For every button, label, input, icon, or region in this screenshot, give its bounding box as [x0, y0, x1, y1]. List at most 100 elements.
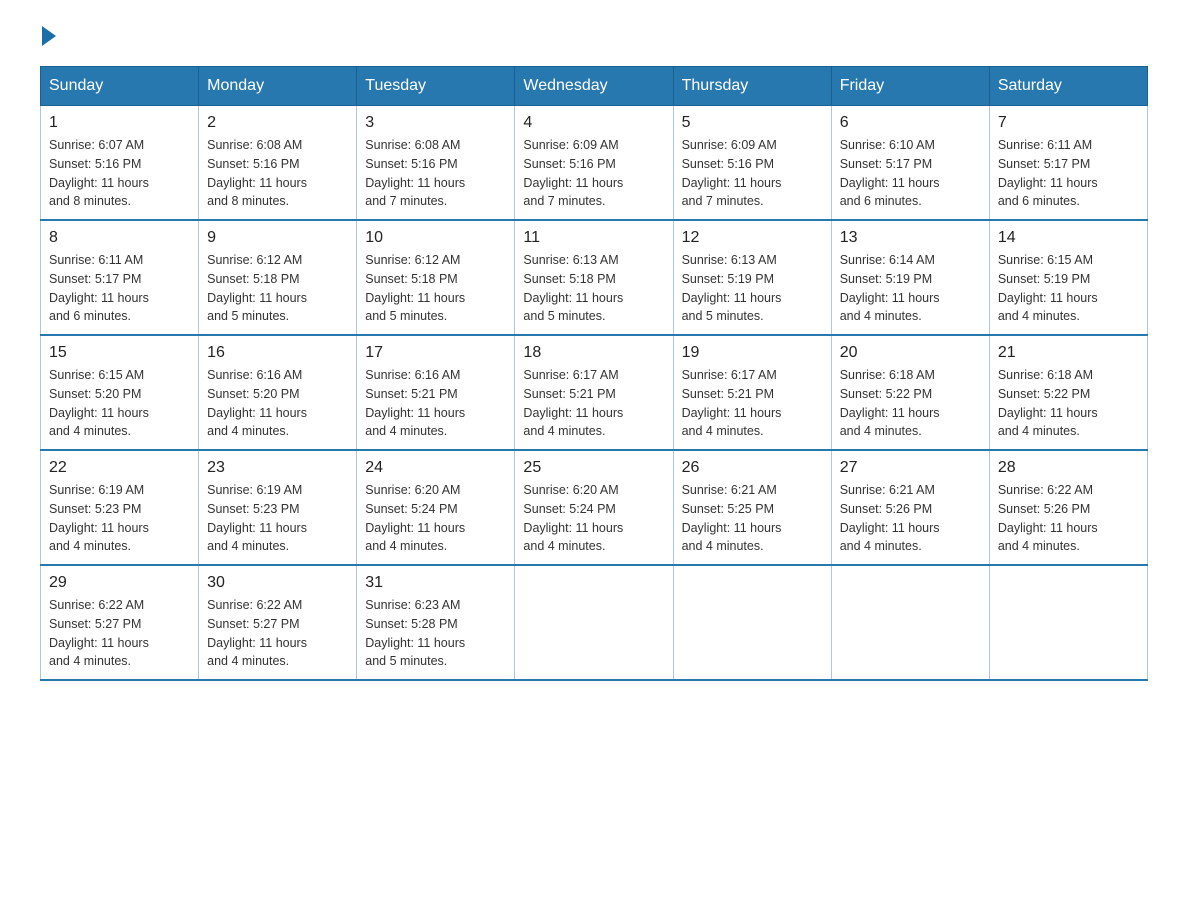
weekday-header-friday: Friday [831, 67, 989, 106]
weekday-header-tuesday: Tuesday [357, 67, 515, 106]
calendar-cell: 26 Sunrise: 6:21 AM Sunset: 5:25 PM Dayl… [673, 450, 831, 565]
day-info: Sunrise: 6:08 AM Sunset: 5:16 PM Dayligh… [365, 136, 506, 211]
calendar-cell: 14 Sunrise: 6:15 AM Sunset: 5:19 PM Dayl… [989, 220, 1147, 335]
day-info: Sunrise: 6:21 AM Sunset: 5:26 PM Dayligh… [840, 481, 981, 556]
day-number: 28 [998, 459, 1139, 477]
calendar-cell: 6 Sunrise: 6:10 AM Sunset: 5:17 PM Dayli… [831, 106, 989, 221]
day-info: Sunrise: 6:13 AM Sunset: 5:18 PM Dayligh… [523, 251, 664, 326]
calendar-cell: 18 Sunrise: 6:17 AM Sunset: 5:21 PM Dayl… [515, 335, 673, 450]
day-info: Sunrise: 6:20 AM Sunset: 5:24 PM Dayligh… [523, 481, 664, 556]
page-header [40, 30, 1148, 46]
day-info: Sunrise: 6:20 AM Sunset: 5:24 PM Dayligh… [365, 481, 506, 556]
calendar-cell [515, 565, 673, 680]
day-number: 13 [840, 229, 981, 247]
day-info: Sunrise: 6:22 AM Sunset: 5:26 PM Dayligh… [998, 481, 1139, 556]
calendar-cell: 7 Sunrise: 6:11 AM Sunset: 5:17 PM Dayli… [989, 106, 1147, 221]
logo [40, 30, 56, 46]
calendar-week-2: 8 Sunrise: 6:11 AM Sunset: 5:17 PM Dayli… [41, 220, 1148, 335]
day-number: 10 [365, 229, 506, 247]
day-number: 17 [365, 344, 506, 362]
calendar-cell: 19 Sunrise: 6:17 AM Sunset: 5:21 PM Dayl… [673, 335, 831, 450]
day-number: 24 [365, 459, 506, 477]
calendar-week-4: 22 Sunrise: 6:19 AM Sunset: 5:23 PM Dayl… [41, 450, 1148, 565]
day-info: Sunrise: 6:09 AM Sunset: 5:16 PM Dayligh… [682, 136, 823, 211]
day-number: 15 [49, 344, 190, 362]
calendar-cell: 13 Sunrise: 6:14 AM Sunset: 5:19 PM Dayl… [831, 220, 989, 335]
logo-arrow-icon [42, 26, 56, 46]
day-info: Sunrise: 6:16 AM Sunset: 5:21 PM Dayligh… [365, 366, 506, 441]
day-number: 5 [682, 114, 823, 132]
day-info: Sunrise: 6:08 AM Sunset: 5:16 PM Dayligh… [207, 136, 348, 211]
calendar-cell: 30 Sunrise: 6:22 AM Sunset: 5:27 PM Dayl… [199, 565, 357, 680]
day-info: Sunrise: 6:11 AM Sunset: 5:17 PM Dayligh… [998, 136, 1139, 211]
calendar-week-5: 29 Sunrise: 6:22 AM Sunset: 5:27 PM Dayl… [41, 565, 1148, 680]
day-number: 21 [998, 344, 1139, 362]
day-info: Sunrise: 6:17 AM Sunset: 5:21 PM Dayligh… [523, 366, 664, 441]
calendar-cell [673, 565, 831, 680]
day-info: Sunrise: 6:21 AM Sunset: 5:25 PM Dayligh… [682, 481, 823, 556]
calendar-cell: 24 Sunrise: 6:20 AM Sunset: 5:24 PM Dayl… [357, 450, 515, 565]
day-info: Sunrise: 6:14 AM Sunset: 5:19 PM Dayligh… [840, 251, 981, 326]
weekday-header-wednesday: Wednesday [515, 67, 673, 106]
day-number: 9 [207, 229, 348, 247]
day-info: Sunrise: 6:22 AM Sunset: 5:27 PM Dayligh… [49, 596, 190, 671]
calendar-cell: 1 Sunrise: 6:07 AM Sunset: 5:16 PM Dayli… [41, 106, 199, 221]
calendar-cell: 31 Sunrise: 6:23 AM Sunset: 5:28 PM Dayl… [357, 565, 515, 680]
calendar-week-3: 15 Sunrise: 6:15 AM Sunset: 5:20 PM Dayl… [41, 335, 1148, 450]
day-info: Sunrise: 6:07 AM Sunset: 5:16 PM Dayligh… [49, 136, 190, 211]
calendar-cell: 28 Sunrise: 6:22 AM Sunset: 5:26 PM Dayl… [989, 450, 1147, 565]
day-info: Sunrise: 6:18 AM Sunset: 5:22 PM Dayligh… [998, 366, 1139, 441]
day-info: Sunrise: 6:19 AM Sunset: 5:23 PM Dayligh… [49, 481, 190, 556]
day-number: 22 [49, 459, 190, 477]
day-info: Sunrise: 6:11 AM Sunset: 5:17 PM Dayligh… [49, 251, 190, 326]
day-number: 4 [523, 114, 664, 132]
calendar-cell [831, 565, 989, 680]
day-number: 16 [207, 344, 348, 362]
day-info: Sunrise: 6:15 AM Sunset: 5:20 PM Dayligh… [49, 366, 190, 441]
calendar-cell: 9 Sunrise: 6:12 AM Sunset: 5:18 PM Dayli… [199, 220, 357, 335]
day-info: Sunrise: 6:13 AM Sunset: 5:19 PM Dayligh… [682, 251, 823, 326]
day-info: Sunrise: 6:15 AM Sunset: 5:19 PM Dayligh… [998, 251, 1139, 326]
calendar-cell: 21 Sunrise: 6:18 AM Sunset: 5:22 PM Dayl… [989, 335, 1147, 450]
day-number: 1 [49, 114, 190, 132]
calendar-cell: 20 Sunrise: 6:18 AM Sunset: 5:22 PM Dayl… [831, 335, 989, 450]
calendar-header: SundayMondayTuesdayWednesdayThursdayFrid… [41, 67, 1148, 106]
calendar-week-1: 1 Sunrise: 6:07 AM Sunset: 5:16 PM Dayli… [41, 106, 1148, 221]
calendar-cell: 12 Sunrise: 6:13 AM Sunset: 5:19 PM Dayl… [673, 220, 831, 335]
day-number: 8 [49, 229, 190, 247]
day-number: 3 [365, 114, 506, 132]
day-number: 20 [840, 344, 981, 362]
day-number: 12 [682, 229, 823, 247]
day-info: Sunrise: 6:23 AM Sunset: 5:28 PM Dayligh… [365, 596, 506, 671]
calendar-cell: 22 Sunrise: 6:19 AM Sunset: 5:23 PM Dayl… [41, 450, 199, 565]
day-info: Sunrise: 6:16 AM Sunset: 5:20 PM Dayligh… [207, 366, 348, 441]
day-number: 30 [207, 574, 348, 592]
calendar-cell: 4 Sunrise: 6:09 AM Sunset: 5:16 PM Dayli… [515, 106, 673, 221]
calendar-cell: 11 Sunrise: 6:13 AM Sunset: 5:18 PM Dayl… [515, 220, 673, 335]
day-number: 6 [840, 114, 981, 132]
day-info: Sunrise: 6:12 AM Sunset: 5:18 PM Dayligh… [365, 251, 506, 326]
day-info: Sunrise: 6:17 AM Sunset: 5:21 PM Dayligh… [682, 366, 823, 441]
day-number: 31 [365, 574, 506, 592]
day-number: 11 [523, 229, 664, 247]
day-number: 26 [682, 459, 823, 477]
weekday-header-thursday: Thursday [673, 67, 831, 106]
day-number: 23 [207, 459, 348, 477]
calendar-body: 1 Sunrise: 6:07 AM Sunset: 5:16 PM Dayli… [41, 106, 1148, 681]
day-number: 29 [49, 574, 190, 592]
day-number: 18 [523, 344, 664, 362]
day-number: 7 [998, 114, 1139, 132]
day-number: 2 [207, 114, 348, 132]
logo-blue-part [40, 30, 56, 46]
calendar-cell [989, 565, 1147, 680]
calendar-cell: 15 Sunrise: 6:15 AM Sunset: 5:20 PM Dayl… [41, 335, 199, 450]
calendar-cell: 16 Sunrise: 6:16 AM Sunset: 5:20 PM Dayl… [199, 335, 357, 450]
day-info: Sunrise: 6:18 AM Sunset: 5:22 PM Dayligh… [840, 366, 981, 441]
day-info: Sunrise: 6:10 AM Sunset: 5:17 PM Dayligh… [840, 136, 981, 211]
calendar-cell: 27 Sunrise: 6:21 AM Sunset: 5:26 PM Dayl… [831, 450, 989, 565]
calendar-cell: 25 Sunrise: 6:20 AM Sunset: 5:24 PM Dayl… [515, 450, 673, 565]
weekday-header-monday: Monday [199, 67, 357, 106]
calendar-cell: 8 Sunrise: 6:11 AM Sunset: 5:17 PM Dayli… [41, 220, 199, 335]
weekday-header-sunday: Sunday [41, 67, 199, 106]
calendar-cell: 3 Sunrise: 6:08 AM Sunset: 5:16 PM Dayli… [357, 106, 515, 221]
